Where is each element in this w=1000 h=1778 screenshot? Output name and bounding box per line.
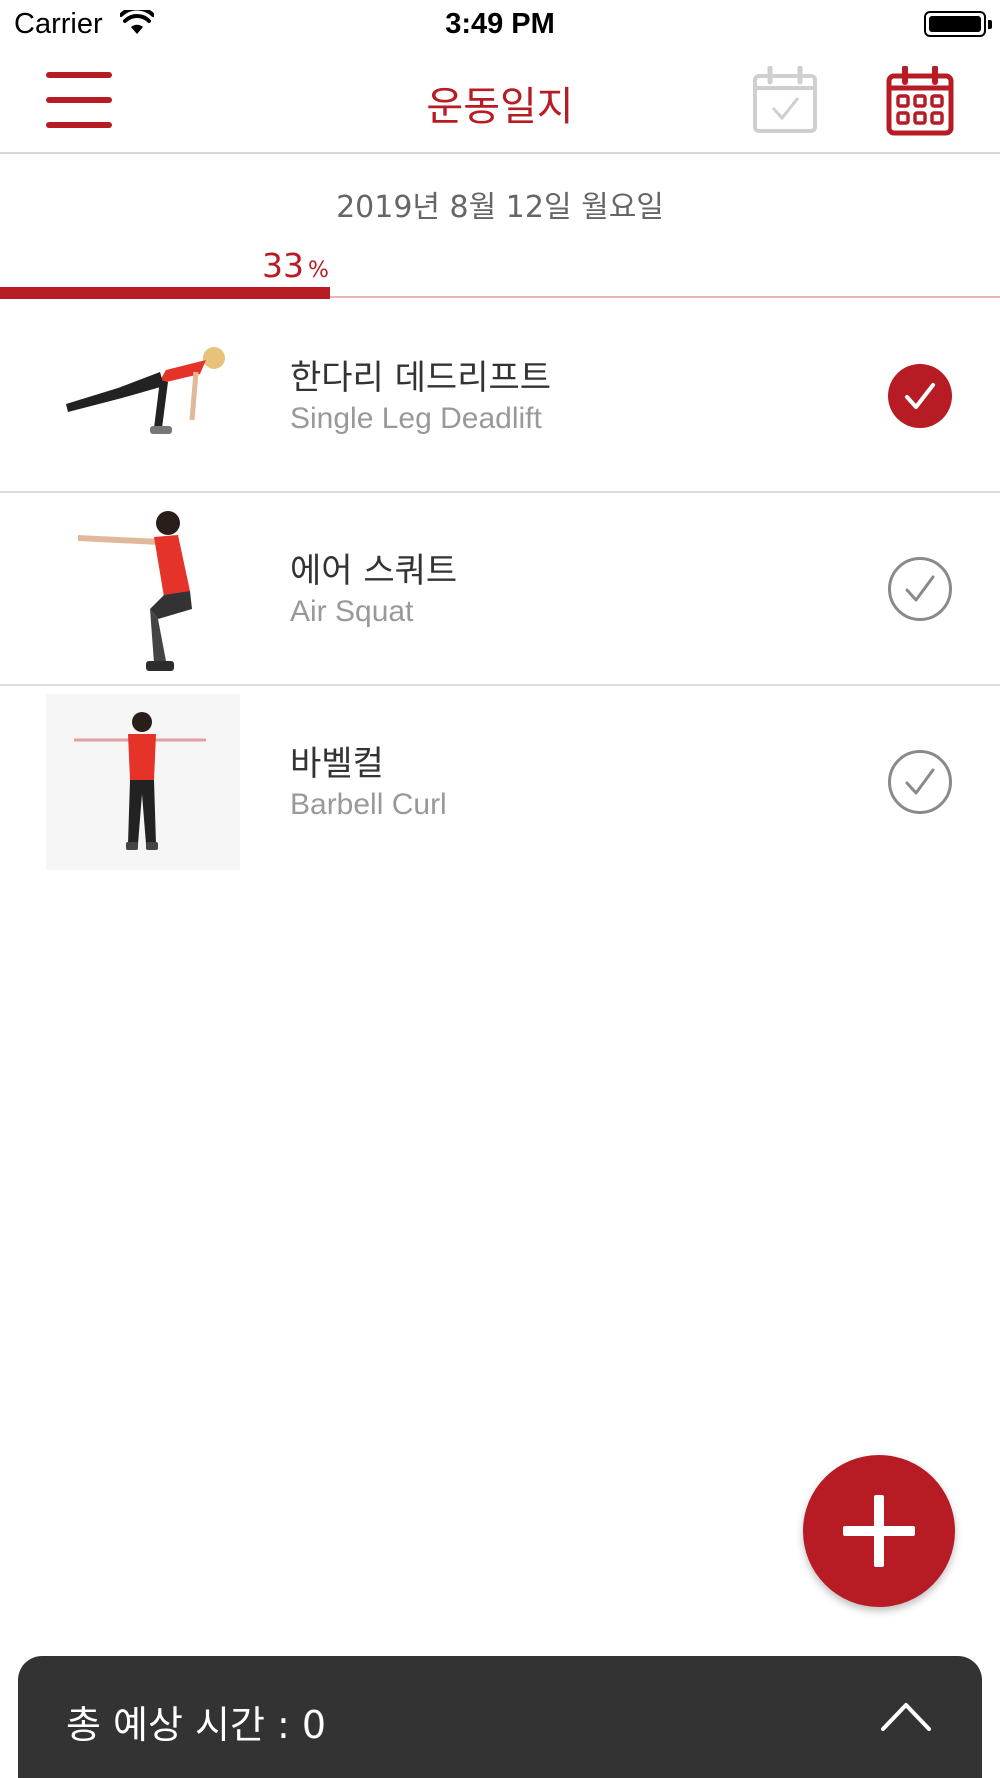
exercise-row-air-squat[interactable]: 에어 스쿼트 Air Squat <box>0 493 1000 686</box>
exercise-subtitle: Barbell Curl <box>290 788 447 821</box>
exercise-thumbnail <box>46 694 240 870</box>
check-icon <box>905 383 935 409</box>
check-icon <box>905 768 935 795</box>
exercise-list: 한다리 데드리프트 Single Leg Deadlift 에어 스쿼트 Air… <box>0 300 1000 879</box>
complete-toggle[interactable] <box>888 557 952 621</box>
total-time-label: 총 예상 시간 : 0 <box>66 1703 327 1747</box>
exercise-row-single-leg-deadlift[interactable]: 한다리 데드리프트 Single Leg Deadlift <box>0 300 1000 493</box>
battery-icon <box>924 11 992 37</box>
check-icon <box>905 575 935 602</box>
exercise-name: 바벨컬 <box>290 744 384 784</box>
calendar-check-icon <box>753 65 817 133</box>
page-title: 운동일지 <box>426 84 574 130</box>
progress-value: 33 <box>262 246 304 285</box>
exercise-row-barbell-curl[interactable]: 바벨컬 Barbell Curl <box>0 686 1000 879</box>
exercise-thumbnail <box>46 501 240 677</box>
chevron-up-icon[interactable] <box>880 1700 932 1732</box>
exercise-thumbnail <box>46 308 240 484</box>
status-bar: Carrier 3:49 PM <box>0 0 1000 50</box>
complete-toggle[interactable] <box>888 364 952 428</box>
add-exercise-button[interactable] <box>803 1455 955 1607</box>
exercise-subtitle: Single Leg Deadlift <box>290 402 542 435</box>
date-label: 2019년 8월 12일 월요일 <box>336 190 664 225</box>
progress-unit: % <box>308 258 329 283</box>
complete-toggle[interactable] <box>888 750 952 814</box>
progress-bar <box>0 287 330 299</box>
nav-bar: 운동일지 <box>0 50 1000 154</box>
clock: 3:49 PM <box>445 8 555 40</box>
calendar-grid-button[interactable] <box>886 65 954 136</box>
calendar-check-button[interactable] <box>752 65 818 134</box>
progress-label: 33% <box>262 246 329 285</box>
calendar-grid-icon <box>886 65 954 136</box>
exercise-name: 한다리 데드리프트 <box>290 358 552 398</box>
total-time-panel[interactable]: 총 예상 시간 : 0 <box>18 1656 982 1778</box>
exercise-name: 에어 스쿼트 <box>290 551 458 591</box>
exercise-subtitle: Air Squat <box>290 595 414 628</box>
